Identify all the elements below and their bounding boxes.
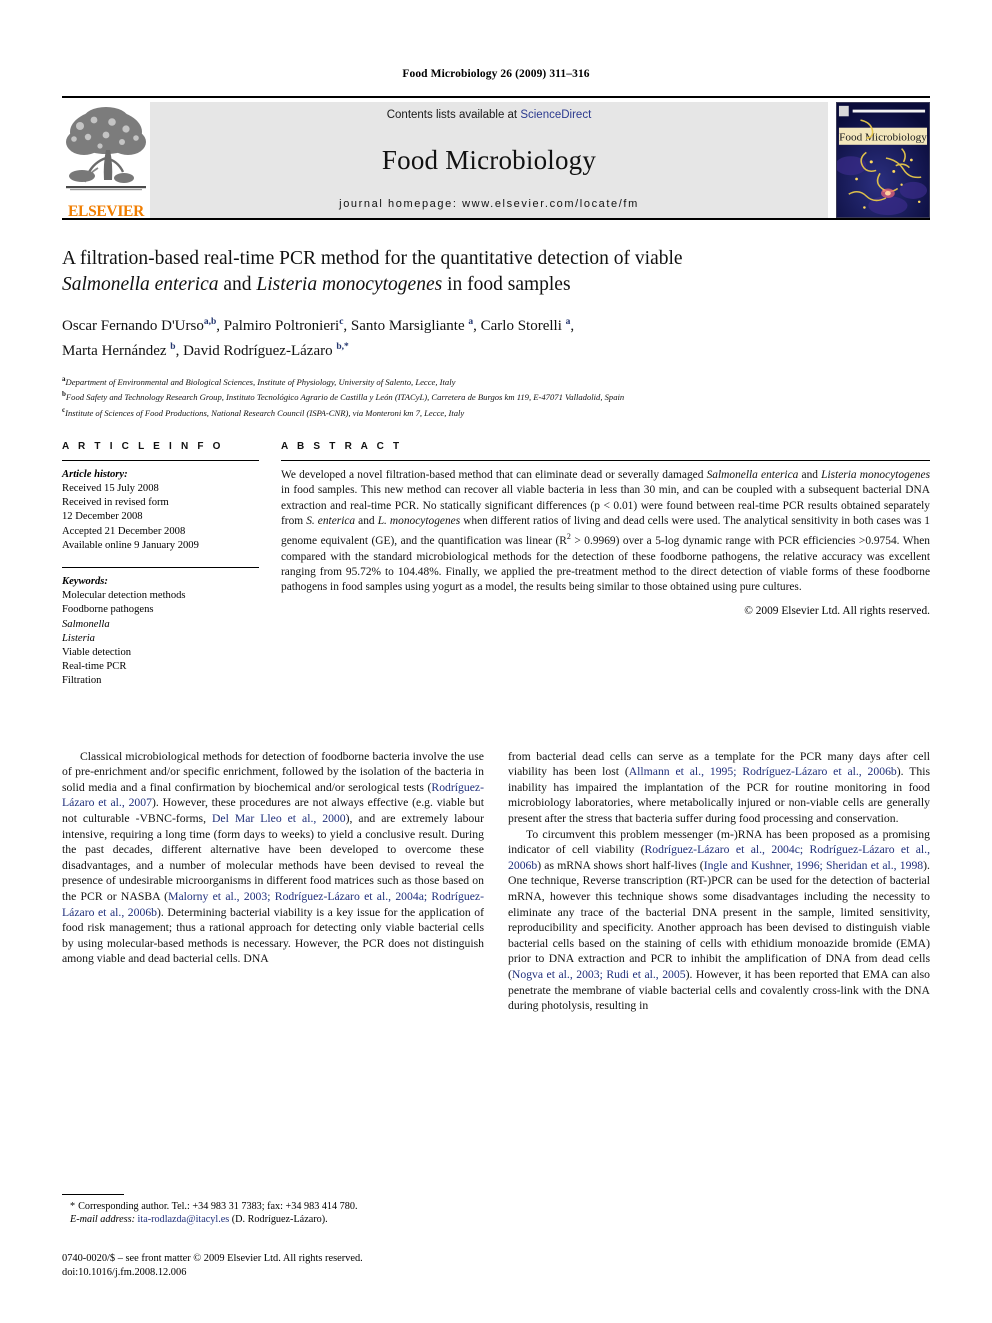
doi-line: doi:10.1016/j.fm.2008.12.006 [62,1266,187,1278]
keyword-item: Listeria [62,632,95,644]
title-species-2: Listeria monocytogenes [256,274,443,295]
keyword-item: Viable detection [62,647,132,659]
history-revised-date: 12 December 2008 [62,511,143,523]
affiliation-c-text: Institute of Sciences of Food Production… [65,407,465,418]
journal-header: ELSEVIER Contents lists available at Sci… [62,96,930,218]
footnote-corresponding: * Corresponding author. Tel.: +34 983 31 … [62,1200,482,1214]
abstract-heading: A B S T R A C T [281,440,403,452]
keyword-item: Foodborne pathogens [62,604,154,616]
affiliation-a-text: Department of Environmental and Biologic… [65,376,456,387]
info-abstract-row: A R T I C L E I N F O Article history: R… [62,441,930,689]
page-title: A filtration-based real-time PCR method … [62,246,930,298]
history-revised: Received in revised form [62,497,169,509]
issn-footer: 0740-0020/$ – see front matter © 2009 El… [62,1252,363,1279]
journal-banner: Contents lists available at ScienceDirec… [150,102,828,218]
body-paragraph: from bacterial dead cells can serve as a… [508,749,930,826]
abstract-column: A B S T R A C T We developed a novel fil… [281,441,930,689]
author-6-affil: b,* [336,342,349,352]
elsevier-wordmark: ELSEVIER [68,203,144,218]
affiliation-a: aDepartment of Environmental and Biologi… [62,373,930,388]
title-tail: in food samples [442,274,571,295]
article-info-heading: A R T I C L E I N F O [62,440,224,452]
svg-text:Food Microbiology: Food Microbiology [839,132,927,144]
title-line-1: A filtration-based real-time PCR method … [62,248,683,269]
author-1: Oscar Fernando D'Urso [62,318,204,334]
keywords-label: Keywords: [62,576,108,588]
history-online: Available online 9 January 2009 [62,539,199,551]
body-column-left: Classical microbiological methods for de… [62,749,484,1014]
title-block: A filtration-based real-time PCR method … [62,246,930,419]
author-3: , Santo Marsigliante [343,318,469,334]
article-info-rule [62,459,259,461]
keywords-block: Keywords: Molecular detection methods Fo… [62,567,259,689]
history-accepted: Accepted 21 December 2008 [62,525,186,537]
author-sep: , [570,318,575,334]
issn-line: 0740-0020/$ – see front matter © 2009 El… [62,1253,363,1265]
affiliation-b: bFood Safety and Technology Research Gro… [62,388,930,403]
elsevier-tree-icon [62,102,150,202]
running-head: Food Microbiology 26 (2009) 311–316 [402,68,590,80]
title-conjunction: and [218,274,257,295]
cover-artwork-icon: Food Microbiology [837,103,929,217]
author-1-affil: a,b [203,317,217,327]
copyright-line: © 2009 Elsevier Ltd. All rights reserved… [744,604,930,617]
footnote-rule [62,1193,124,1195]
footnote-corresponding-text: Corresponding author. Tel.: +34 983 31 7… [78,1200,358,1212]
footnote-marker: * [70,1200,76,1212]
article-history-label: Article history: [62,468,128,480]
abstract-text: We developed a novel filtration-based me… [281,468,930,594]
email-owner: (D. Rodríguez-Lázaro). [231,1214,328,1226]
article-info-column: A R T I C L E I N F O Article history: R… [62,441,259,689]
keyword-item: Molecular detection methods [62,590,186,602]
contents-list-line: Contents lists available at ScienceDirec… [387,109,592,121]
keywords-rule [62,567,259,569]
footnote-email: E-mail address: ita-rodlazda@itacyl.es (… [62,1213,482,1227]
body-columns: Classical microbiological methods for de… [62,749,930,1014]
keyword-item: Salmonella [62,618,110,630]
journal-cover-thumbnail: Food Microbiology [836,102,930,218]
sciencedirect-link[interactable]: ScienceDirect [520,109,591,121]
affiliation-c: cInstitute of Sciences of Food Productio… [62,404,930,419]
body-column-right: from bacterial dead cells can serve as a… [508,749,930,1014]
elsevier-logo: ELSEVIER [62,102,150,218]
body-paragraph: Classical microbiological methods for de… [62,749,484,966]
author-list: Oscar Fernando D'Ursoa,b, Palmiro Poltro… [62,312,930,362]
contents-prefix: Contents lists available at [386,109,521,121]
title-species-1: Salmonella enterica [62,274,219,295]
affiliation-list: aDepartment of Environmental and Biologi… [62,373,930,419]
history-received: Received 15 July 2008 [62,483,159,494]
author-5: Marta Hernández [62,343,171,359]
journal-homepage-link[interactable]: journal homepage: www.elsevier.com/locat… [339,198,639,210]
email-address-link[interactable]: ita-rodlazda@itacyl.es [138,1214,230,1225]
author-6: , David Rodríguez-Lázaro [175,343,337,359]
keyword-item: Real-time PCR [62,661,127,673]
journal-title: Food Microbiology [381,145,597,175]
body-paragraph: To circumvent this problem messenger (m-… [508,827,931,1013]
abstract-rule [281,459,930,461]
corresponding-author-footnote: * Corresponding author. Tel.: +34 983 31 … [62,1193,482,1227]
keyword-item: Filtration [62,675,102,687]
header-bottom-rule [62,218,930,220]
author-2: , Palmiro Poltronieri [216,318,340,334]
affiliation-b-text: Food Safety and Technology Research Grou… [65,392,625,403]
paper-page: Food Microbiology 26 (2009) 311–316 ELSE… [0,0,992,1323]
email-address-label: E-mail address: [70,1214,135,1226]
author-4: , Carlo Storelli [473,318,566,334]
